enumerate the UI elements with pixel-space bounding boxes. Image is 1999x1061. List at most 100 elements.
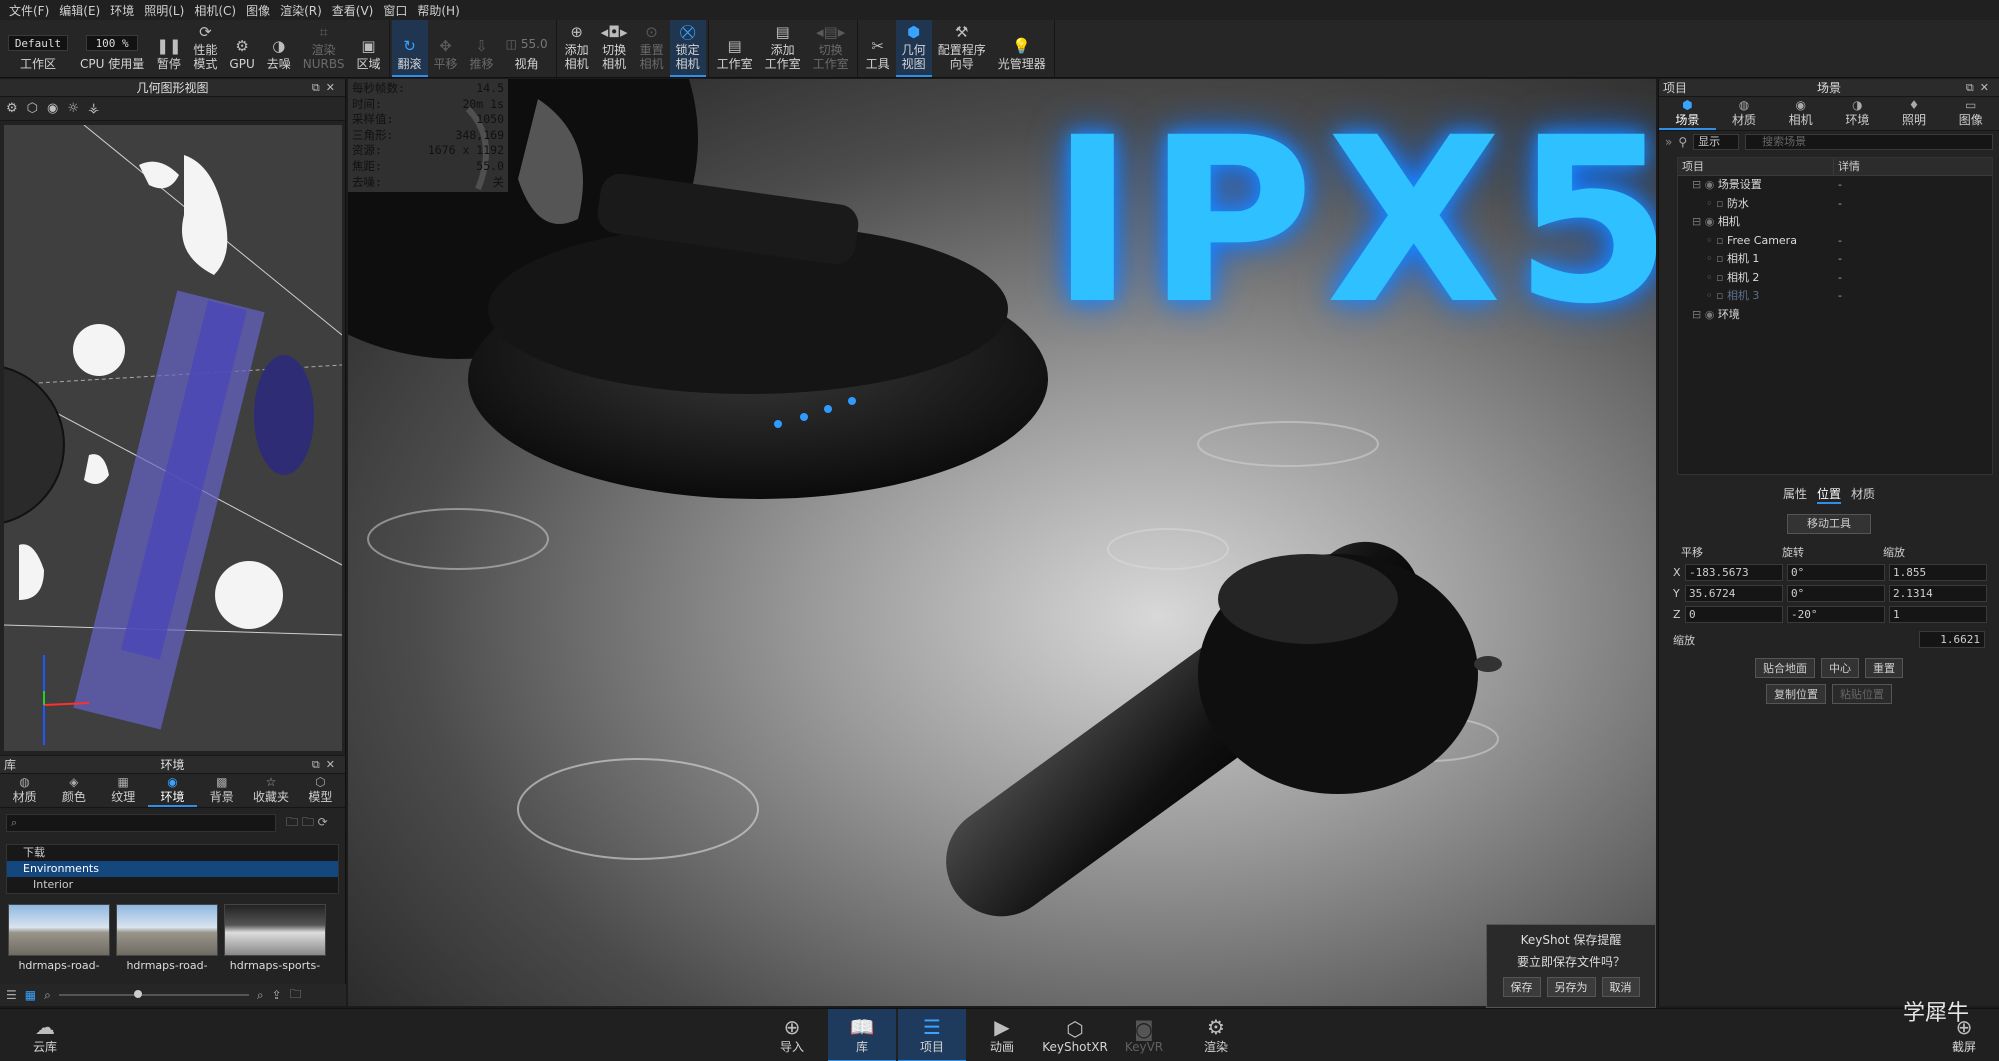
folder-icons[interactable]: 🗀 🗀 ⟳ — [286, 813, 328, 834]
project-tab[interactable]: ◉ 相机 — [1772, 97, 1829, 130]
cube-icon[interactable]: ⬡ — [27, 101, 38, 116]
project-tab[interactable]: ◍ 材质 — [1716, 97, 1773, 130]
translate-field[interactable]: 35.6724 — [1685, 585, 1783, 602]
menu-item[interactable]: 照明(L) — [139, 2, 189, 19]
scene-tree-row[interactable]: ⊟ ◉ 环境 — [1678, 306, 1992, 325]
render-button[interactable]: ⚙ 渲染 — [1196, 1009, 1236, 1061]
rotate-field[interactable]: -20° — [1787, 606, 1885, 623]
dolly-button[interactable]: ⇩ 推移 — [464, 20, 500, 77]
performance-mode-button[interactable]: ⟳ 性能 模式 — [187, 20, 223, 77]
snap-to-ground-button[interactable]: 贴合地面 — [1755, 658, 1815, 678]
axes-icon[interactable]: ⚶ — [88, 101, 99, 116]
library-tab[interactable]: ☆ 收藏夹 — [246, 774, 295, 807]
animation-button[interactable]: ▶ 动画 — [982, 1009, 1022, 1061]
region-button[interactable]: ▣ 区域 — [351, 20, 387, 77]
library-tab[interactable]: ◈ 颜色 — [49, 774, 98, 807]
geometry-view-button[interactable]: ⬢ 几何 视图 — [895, 20, 932, 77]
project-button[interactable]: ☰ 项目 — [898, 1009, 966, 1061]
library-search-input[interactable]: ⌕ — [6, 814, 276, 832]
configurator-wizard-button[interactable]: ⚒ 配置程序 向导 — [932, 20, 992, 77]
rotate-field[interactable]: 0° — [1787, 585, 1885, 602]
import-button[interactable]: ⊕ 导入 — [772, 1009, 812, 1061]
keyshotxr-button[interactable]: ⬡ KeyShotXR — [1040, 1009, 1110, 1061]
cpu-usage[interactable]: 100 % CPU 使用量 — [74, 20, 150, 77]
menu-item[interactable]: 编辑(E) — [54, 2, 105, 19]
display-select[interactable]: 显示 — [1693, 134, 1740, 150]
properties-subtab[interactable]: 属性 — [1783, 485, 1807, 504]
properties-subtab[interactable]: 材质 — [1851, 485, 1875, 504]
environment-thumbnail[interactable]: hdrmaps-road- — [116, 904, 218, 972]
add-camera-button[interactable]: ⊕ 添加 相机 — [559, 20, 595, 77]
tools-button[interactable]: ✂ 工具 — [860, 20, 896, 77]
library-button[interactable]: 📖 库 — [828, 1009, 896, 1061]
project-tab[interactable]: ⬢ 场景 — [1659, 97, 1716, 130]
geometry-canvas[interactable] — [4, 125, 342, 751]
reset-button[interactable]: 重置 — [1865, 658, 1903, 678]
translate-field[interactable]: 0 — [1685, 606, 1783, 623]
scene-tree-row[interactable]: ◦ ▫ 防水 - — [1678, 195, 1992, 214]
library-tab[interactable]: ◍ 材质 — [0, 774, 49, 807]
pause-button[interactable]: ❚❚ 暂停 — [150, 20, 187, 77]
zoom-in-icon[interactable]: ⌕ — [257, 988, 264, 1003]
denoise-button[interactable]: ◑ 去噪 — [261, 20, 297, 77]
reset-camera-button[interactable]: ⊙ 重置 相机 — [634, 20, 670, 77]
move-tool-button[interactable]: 移动工具 — [1787, 514, 1871, 534]
menu-item[interactable]: 窗口 — [378, 2, 412, 19]
scene-tree-row[interactable]: ⊟ ◉ 场景设置 - — [1678, 176, 1992, 195]
folder-icon[interactable]: 🗀 — [290, 985, 302, 1006]
studio-button[interactable]: ▤ 工作室 — [711, 20, 759, 77]
scene-tree-row[interactable]: ⊟ ◉ 相机 — [1678, 213, 1992, 232]
tumble-button[interactable]: ↻ 翻滚 — [391, 20, 428, 77]
keyvr-button[interactable]: ◙ KeyVR — [1124, 1009, 1164, 1061]
switch-camera-button[interactable]: ◂◘▸ 切换 相机 — [595, 20, 634, 77]
center-button[interactable]: 中心 — [1821, 658, 1859, 678]
settings-icon[interactable]: ⚙ — [6, 101, 18, 116]
cancel-button[interactable]: 取消 — [1601, 977, 1640, 997]
environment-thumbnail[interactable]: hdrmaps-road- — [8, 904, 110, 972]
workspace-select[interactable]: Default 工作区 — [2, 20, 74, 77]
scale-field[interactable]: 1.855 — [1889, 564, 1987, 581]
menu-item[interactable]: 查看(V) — [327, 2, 379, 19]
folder-tree-item[interactable]: 下载 — [7, 845, 338, 861]
list-view-icon[interactable]: ☰ — [6, 988, 17, 1002]
folder-tree-item[interactable]: Environments — [7, 861, 338, 877]
light-icon[interactable]: ☼ — [67, 101, 79, 116]
menu-item[interactable]: 相机(C) — [189, 2, 241, 19]
library-tab[interactable]: ▦ 纹理 — [99, 774, 148, 807]
environment-thumbnail[interactable]: hdrmaps-sports- — [224, 904, 326, 972]
expand-icon[interactable]: » — [1665, 135, 1672, 149]
library-tab[interactable]: ◉ 环境 — [148, 774, 197, 807]
render-nurbs-button[interactable]: ⌗ 渲染 NURBS — [297, 20, 351, 77]
scale-field[interactable]: 2.1314 — [1889, 585, 1987, 602]
scene-tree-row[interactable]: ◦ ▫ 相机 3 - — [1678, 287, 1992, 306]
gpu-button[interactable]: ⚙ GPU — [223, 20, 260, 77]
panel-window-controls[interactable]: ⧉✕ — [312, 758, 341, 772]
render-viewport[interactable]: IPX5 每秒帧数: 14.5 时间: 20m 1s 采样值: 1050 三角形: 348,1… — [348, 79, 1656, 1006]
properties-subtab[interactable]: 位置 — [1817, 485, 1841, 504]
thumbnail-size-slider[interactable] — [58, 990, 249, 998]
panel-window-controls[interactable]: ⧉✕ — [1966, 81, 1995, 95]
scene-tree-row[interactable]: ◦ ▫ 相机 2 - — [1678, 269, 1992, 288]
scale-field[interactable]: 1 — [1889, 606, 1987, 623]
translate-field[interactable]: -183.5673 — [1685, 564, 1783, 581]
cloud-library-button[interactable]: ☁ 云库 — [24, 1009, 66, 1061]
scene-tree-row[interactable]: ◦ ▫ 相机 1 - — [1678, 250, 1992, 269]
menu-item[interactable]: 文件(F) — [4, 2, 54, 19]
menu-item[interactable]: 渲染(R) — [275, 2, 327, 19]
project-tab[interactable]: ▭ 图像 — [1942, 97, 1999, 130]
camera-icon[interactable]: ◉ — [47, 101, 58, 116]
lock-camera-button[interactable]: ⛒ 锁定 相机 — [669, 20, 706, 77]
scene-search-input[interactable]: 搜索场景 — [1745, 134, 1993, 150]
light-manager-button[interactable]: 💡 光管理器 — [992, 20, 1052, 77]
zoom-out-icon[interactable]: ⌕ — [44, 988, 51, 1003]
uniform-scale-field[interactable]: 1.6621 — [1919, 631, 1985, 648]
switch-studio-button[interactable]: ◂▤▸ 切换 工作室 — [807, 20, 855, 77]
folder-tree-item[interactable]: Interior — [7, 877, 338, 893]
rotate-field[interactable]: 0° — [1787, 564, 1885, 581]
menu-item[interactable]: 图像 — [241, 2, 275, 19]
menu-item[interactable]: 帮助(H) — [412, 2, 464, 19]
pan-button[interactable]: ✥ 平移 — [428, 20, 464, 77]
save-as-button[interactable]: 另存为 — [1546, 977, 1596, 997]
copy-position-button[interactable]: 复制位置 — [1766, 684, 1826, 704]
library-tab[interactable]: ▩ 背景 — [197, 774, 246, 807]
